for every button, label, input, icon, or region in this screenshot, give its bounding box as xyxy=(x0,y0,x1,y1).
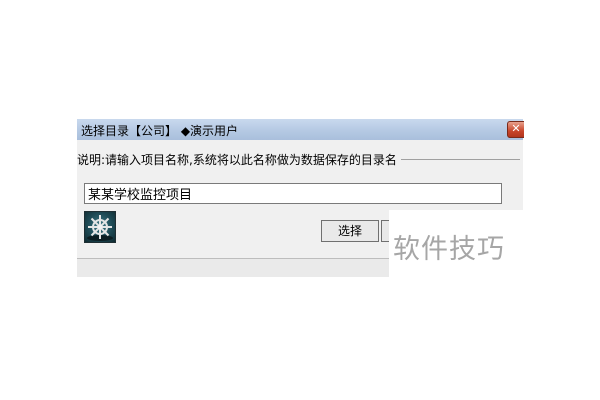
close-button[interactable]: ✕ xyxy=(507,121,524,138)
dialog-titlebar: 选择目录【公司】 ◆演示用户 ✕ xyxy=(77,119,524,140)
project-name-input[interactable] xyxy=(84,183,502,204)
dialog-title: 选择目录【公司】 ◆演示用户 xyxy=(81,124,239,138)
close-icon: ✕ xyxy=(511,122,521,135)
select-button[interactable]: 选择 xyxy=(321,220,379,242)
dialog-status-strip xyxy=(77,258,389,277)
watermark-text: 软件技巧 xyxy=(393,234,505,265)
description-label: 说明:请输入项目名称,系统将以此名称做为数据保存的目录名 xyxy=(77,151,401,168)
ship-wheel-icon xyxy=(84,211,116,243)
